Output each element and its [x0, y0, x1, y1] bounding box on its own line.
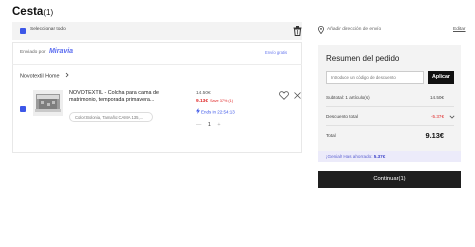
variant-selector[interactable]: Color:Bolonia, Tamaño:CAMA 135,... [69, 112, 153, 122]
location-pin-icon [318, 26, 324, 34]
savings-prefix: ¡Genial! Has ahorrado: [326, 154, 373, 159]
close-icon[interactable] [294, 92, 301, 99]
sale-price: 9.13€ [196, 99, 209, 104]
select-all-label[interactable]: Seleccionar todo [30, 27, 66, 32]
divider [326, 125, 454, 126]
product-title[interactable]: NOVOTEXTIL - Colcha para cama de matrimo… [69, 90, 169, 104]
store-link[interactable]: Novotextil Home [20, 72, 70, 80]
lightning-icon [196, 108, 200, 114]
subtotal-label: Subtotal: 1 artículo(s) [326, 95, 370, 100]
seller-name[interactable]: Miravia [49, 48, 73, 55]
heart-icon[interactable] [279, 91, 289, 100]
savings-amount: 5.37€ [373, 154, 386, 159]
trash-icon[interactable] [293, 26, 302, 36]
quantity-stepper: — 1 + [196, 122, 221, 128]
store-name[interactable]: Novotextil Home [20, 74, 60, 80]
checkout-button[interactable]: Continuar(1) [318, 171, 461, 188]
sent-by-label: Enviado por [20, 50, 46, 55]
chevron-down-icon[interactable] [449, 115, 455, 119]
select-all-bar: Seleccionar todo [12, 22, 302, 40]
product-image[interactable] [33, 90, 63, 116]
page-title-text: Cesta [12, 6, 44, 18]
coupon-input[interactable] [326, 71, 424, 84]
qty-decrease-button[interactable]: — [196, 122, 201, 128]
order-summary-title: Resumen del pedido [326, 54, 400, 63]
countdown-text: Ends in 22:54:13 [201, 109, 235, 115]
divider [326, 106, 454, 107]
discount-label: Descuento total [326, 114, 358, 119]
deal-countdown: Ends in 22:54:13 [196, 108, 235, 115]
total-label: Total [326, 133, 336, 138]
subtotal-value: 14.50€ [429, 95, 444, 100]
total-value: 9.13€ [425, 131, 445, 140]
qty-increase-button[interactable]: + [217, 122, 220, 128]
divider [12, 64, 302, 65]
edit-address-link[interactable]: Editar [453, 27, 466, 32]
savings-text: ¡Genial! Has ahorrado: 5.37€ [326, 154, 385, 159]
select-all-checkbox[interactable] [20, 28, 26, 34]
chevron-right-icon [65, 72, 69, 78]
qty-value[interactable]: 1 [208, 122, 211, 128]
add-address-link[interactable]: Añadir dirección de envío [327, 27, 381, 32]
seller-line: Enviado por Miravia [20, 48, 73, 55]
saving-tag: Save 37% (1) [210, 99, 234, 103]
apply-coupon-button[interactable]: Aplicar [428, 71, 454, 84]
discount-value: -5.37€ [430, 114, 444, 119]
item-checkbox[interactable] [20, 106, 26, 112]
page-title: Cesta(1) [12, 6, 53, 18]
sale-price-line: 9.13€ Save 37% (1) [196, 99, 233, 104]
free-shipping-label: Envío gratis [265, 50, 288, 55]
cart-count: (1) [43, 8, 54, 17]
original-price: 14.50€ [196, 91, 211, 96]
